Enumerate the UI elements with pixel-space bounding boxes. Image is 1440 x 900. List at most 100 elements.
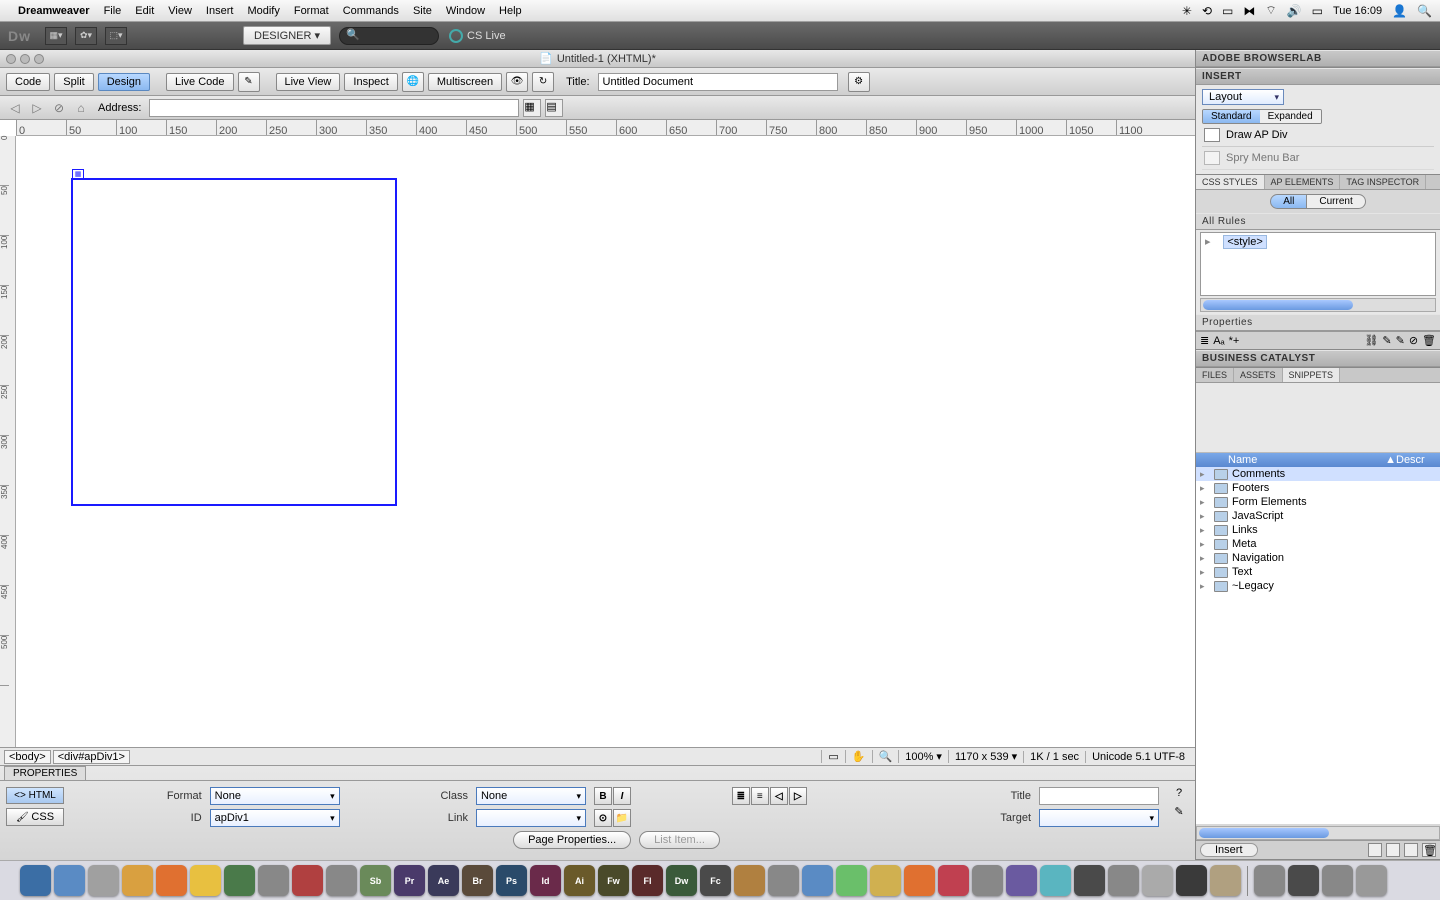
timemachine-icon[interactable]: ⟲ (1202, 4, 1212, 18)
menu-edit[interactable]: Edit (135, 5, 154, 17)
search-field[interactable]: 🔍 (339, 27, 439, 45)
tab-files[interactable]: FILES (1196, 368, 1234, 382)
dock-app[interactable] (156, 865, 187, 896)
page-properties-button[interactable]: Page Properties... (513, 831, 631, 849)
menu-site[interactable]: Site (413, 5, 432, 17)
menu-insert[interactable]: Insert (206, 5, 234, 17)
dock-app[interactable]: Pr (394, 865, 425, 896)
inspect-button[interactable]: Inspect (344, 73, 397, 91)
snippet-folder[interactable]: ▸Text (1196, 565, 1440, 579)
rules-scrollbar[interactable] (1200, 298, 1436, 312)
check-icon[interactable]: ✎ (238, 72, 260, 92)
expand-icon[interactable]: ▸ (1205, 236, 1211, 248)
dock-app[interactable] (1040, 865, 1071, 896)
menu-window[interactable]: Window (446, 5, 485, 17)
forward-icon[interactable]: ▷ (28, 99, 46, 117)
menu-view[interactable]: View (168, 5, 192, 17)
live-code-button[interactable]: Live Code (166, 73, 234, 91)
zoom-icon[interactable]: 🔍 (872, 750, 899, 763)
menu-modify[interactable]: Modify (247, 5, 279, 17)
dock-app[interactable] (1288, 865, 1319, 896)
insert-draw-ap-div[interactable]: Draw AP Div (1202, 124, 1434, 147)
col-desc[interactable]: Descr (1396, 454, 1436, 466)
edit-rule-icon[interactable]: ✎ (1396, 334, 1405, 347)
refresh-icon[interactable]: ↻ (532, 72, 554, 92)
dock-app[interactable] (1322, 865, 1353, 896)
rules-list[interactable]: ▸ <style> (1200, 232, 1436, 296)
dock-app[interactable]: Dw (666, 865, 697, 896)
dock-app[interactable] (190, 865, 221, 896)
dock-app[interactable]: Sb (360, 865, 391, 896)
dock-app[interactable] (326, 865, 357, 896)
view-design-button[interactable]: Design (98, 73, 150, 91)
tag-apdiv[interactable]: <div#apDiv1> (53, 750, 130, 764)
home-icon[interactable]: ⌂ (72, 99, 90, 117)
target-select[interactable] (1039, 809, 1159, 827)
spotlight-icon[interactable]: 🔍 (1417, 4, 1432, 18)
snippet-folder[interactable]: ▸Comments (1196, 467, 1440, 481)
indent-button[interactable]: ▷ (789, 787, 807, 805)
browserlab-panel-header[interactable]: ADOBE BROWSERLAB (1196, 50, 1440, 67)
edit-snippet-icon[interactable] (1404, 843, 1418, 857)
dock-app[interactable] (1074, 865, 1105, 896)
new-snippet-icon[interactable] (1386, 843, 1400, 857)
clock[interactable]: Tue 16:09 (1333, 5, 1382, 17)
bluetooth-icon[interactable]: ⧓ (1243, 4, 1255, 18)
back-icon[interactable]: ◁ (6, 99, 24, 117)
address-option2-icon[interactable]: ▤ (545, 99, 563, 117)
attach-icon[interactable]: ⛓ (1364, 334, 1378, 347)
delete-snippet-icon[interactable]: 🗑 (1422, 843, 1436, 857)
link-select[interactable] (476, 809, 586, 827)
dock-app[interactable] (1006, 865, 1037, 896)
dock-app[interactable] (258, 865, 289, 896)
wifi-icon[interactable]: ⌔ (1265, 3, 1276, 18)
insert-category-select[interactable]: Layout (1202, 89, 1284, 105)
tab-css-styles[interactable]: CSS STYLES (1196, 175, 1265, 189)
dock-app[interactable] (870, 865, 901, 896)
volume-icon[interactable]: 🔊 (1287, 4, 1302, 18)
quick-edit-icon[interactable]: ✎ (1174, 805, 1183, 818)
category-view-icon[interactable]: ≣ (1200, 334, 1209, 347)
site-icon[interactable]: ⬚▾ (105, 27, 127, 45)
id-select[interactable]: apDiv1 (210, 809, 340, 827)
browse-icon[interactable]: 📁 (613, 809, 631, 827)
dock-app[interactable]: Ae (428, 865, 459, 896)
pointer-icon[interactable]: ▭ (821, 750, 844, 763)
class-select[interactable]: None (476, 787, 586, 805)
title-input[interactable] (598, 73, 838, 91)
expand-icon[interactable]: ▸ (1200, 539, 1210, 550)
css-current-tab[interactable]: Current (1307, 194, 1365, 209)
dock-app[interactable] (972, 865, 1003, 896)
dock-app[interactable] (88, 865, 119, 896)
css-mode-button[interactable]: 🖌 CSS (6, 808, 64, 826)
snippet-folder[interactable]: ▸JavaScript (1196, 509, 1440, 523)
help-icon[interactable]: ? (1176, 787, 1182, 799)
window-size[interactable]: 1170 x 539 ▾ (948, 750, 1023, 763)
dock-app[interactable]: Ps (496, 865, 527, 896)
layout-icon[interactable]: ▦▾ (45, 27, 67, 45)
snippet-folder[interactable]: ▸Meta (1196, 537, 1440, 551)
html-mode-button[interactable]: <> HTML (6, 787, 64, 804)
tab-assets[interactable]: ASSETS (1234, 368, 1283, 382)
dock-app[interactable] (938, 865, 969, 896)
dock-app[interactable] (1210, 865, 1241, 896)
tab-tag-inspector[interactable]: TAG INSPECTOR (1340, 175, 1426, 189)
dock-app[interactable] (1142, 865, 1173, 896)
canvas[interactable]: ▦ (16, 136, 1195, 747)
view-split-button[interactable]: Split (54, 73, 93, 91)
zoom-level[interactable]: 100% ▾ (898, 750, 948, 763)
dock-app[interactable] (836, 865, 867, 896)
user-icon[interactable]: 👤 (1392, 4, 1407, 18)
expand-icon[interactable]: ▸ (1200, 469, 1210, 480)
dock-app[interactable] (1356, 865, 1387, 896)
dock-app[interactable]: Fc (700, 865, 731, 896)
dock-app[interactable] (734, 865, 765, 896)
dock-app[interactable] (904, 865, 935, 896)
dock-app[interactable] (1254, 865, 1285, 896)
dock-app[interactable]: Ai (564, 865, 595, 896)
window-controls[interactable] (6, 54, 44, 64)
expand-icon[interactable]: ▸ (1200, 581, 1210, 592)
status-icon[interactable]: ✳ (1182, 4, 1192, 18)
expand-icon[interactable]: ▸ (1200, 553, 1210, 564)
expand-icon[interactable]: ▸ (1200, 483, 1210, 494)
